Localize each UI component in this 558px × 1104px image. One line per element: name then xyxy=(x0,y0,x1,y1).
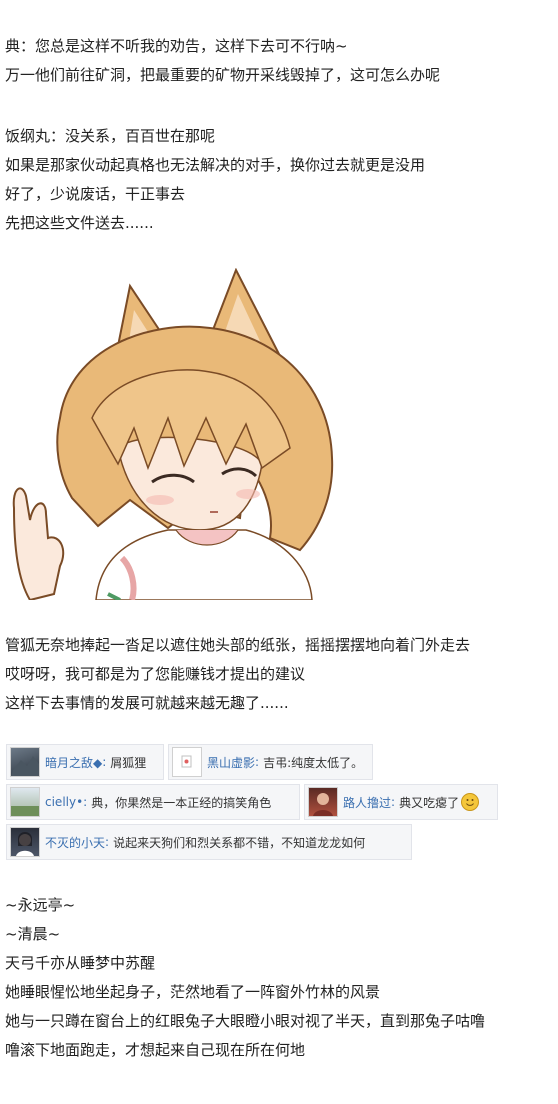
comment-text: 典，你果然是一本正经的搞笑角色 xyxy=(91,795,272,810)
text-line: 如果是那家伙动起真格也无法解决的对手，换你过去就更是没用 xyxy=(5,156,426,174)
paragraph-dialogue-tsukasa: 典：您总是这样不听我的劝告，这样下去可不行呐~ 万一他们前往矿洞，把最重要的矿物… xyxy=(5,32,440,90)
text-line: 她与一只蹲在窗台上的红眼兔子大眼瞪小眼对视了半天，直到那兔子咕噜 xyxy=(5,1012,486,1030)
portrait-avatar-icon[interactable] xyxy=(308,787,338,817)
comment-chip[interactable]: 黑山虚影: 吉弔:纯度太低了。 xyxy=(168,744,373,780)
smile-emoji-icon xyxy=(461,793,480,811)
text-line: 好了，少说废话，干正事去 xyxy=(5,185,186,203)
comment-username[interactable]: 路人撸过 xyxy=(343,794,391,811)
sky-landscape-avatar-icon[interactable] xyxy=(10,787,40,817)
comment-chip[interactable]: 不灭的小天: 说起来天狗们和烈关系都不错，不知道龙龙如何 xyxy=(6,824,412,860)
comment-text: 说起来天狗们和烈关系都不错，不知道龙龙如何 xyxy=(113,835,366,850)
text-line: 哎呀呀，我可都是为了您能赚钱才提出的建议 xyxy=(5,665,306,683)
comment-username[interactable]: 暗月之敌◆ xyxy=(45,754,102,771)
comment-text: 屑狐狸 xyxy=(110,755,147,770)
text-line: ~清晨~ xyxy=(5,925,61,943)
comment-username[interactable]: 黑山虚影 xyxy=(207,754,255,771)
comment-username[interactable]: 不灭的小天 xyxy=(45,834,105,851)
text-line: 先把这些文件送去...... xyxy=(5,214,154,232)
paragraph-narration: 管狐无奈地捧起一沓足以遮住她头部的纸张，摇摇摆摆地向着门外走去 哎呀呀，我可都是… xyxy=(5,631,470,718)
comment-text: 吉弔:纯度太低了。 xyxy=(263,755,364,770)
paragraph-eientei-scene: ~永远亭~ ~清晨~ 天弓千亦从睡梦中苏醒 她睡眼惺忪地坐起身子，茫然地看了一阵… xyxy=(5,891,485,1065)
text-line: 天弓千亦从睡梦中苏醒 xyxy=(5,954,156,972)
text-line: 饭纲丸：没关系，百百世在那呢 xyxy=(5,127,216,145)
comment-chip[interactable]: cielly•: 典，你果然是一本正经的搞笑角色 xyxy=(6,784,300,820)
comment-username[interactable]: cielly• xyxy=(45,795,83,809)
comment-text: 典又吃瘪了 xyxy=(399,795,460,810)
paragraph-dialogue-megumu: 饭纲丸：没关系，百百世在那呢 如果是那家伙动起真格也无法解决的对手，换你过去就更… xyxy=(5,122,425,238)
text-line: 这样下去事情的发展可就越来越无趣了...... xyxy=(5,694,289,712)
text-line: ~永远亭~ xyxy=(5,896,76,914)
document-avatar-icon[interactable] xyxy=(172,747,202,777)
raised-hand xyxy=(12,487,65,600)
text-line: 典：您总是这样不听我的劝告，这样下去可不行呐~ xyxy=(5,37,348,55)
text-line: 万一他们前往矿洞，把最重要的矿物开采线毁掉了，这可怎么办呢 xyxy=(5,66,441,84)
text-line: 管狐无奈地捧起一沓足以遮住她头部的纸张，摇摇摆摆地向着门外走去 xyxy=(5,636,471,654)
text-line: 噜滚下地面跑走，才想起来自己现在所在何地 xyxy=(5,1041,306,1059)
comment-chip[interactable]: 暗月之敌◆: 屑狐狸 xyxy=(6,744,164,780)
comment-chip[interactable]: 路人撸过: 典又吃瘪了 xyxy=(304,784,498,820)
dark-landscape-avatar-icon[interactable] xyxy=(10,747,40,777)
character-avatar-icon[interactable] xyxy=(10,827,40,857)
text-line: 她睡眼惺忪地坐起身子，茫然地看了一阵窗外竹林的风景 xyxy=(5,983,381,1001)
fox-girl-illustration xyxy=(12,268,334,600)
